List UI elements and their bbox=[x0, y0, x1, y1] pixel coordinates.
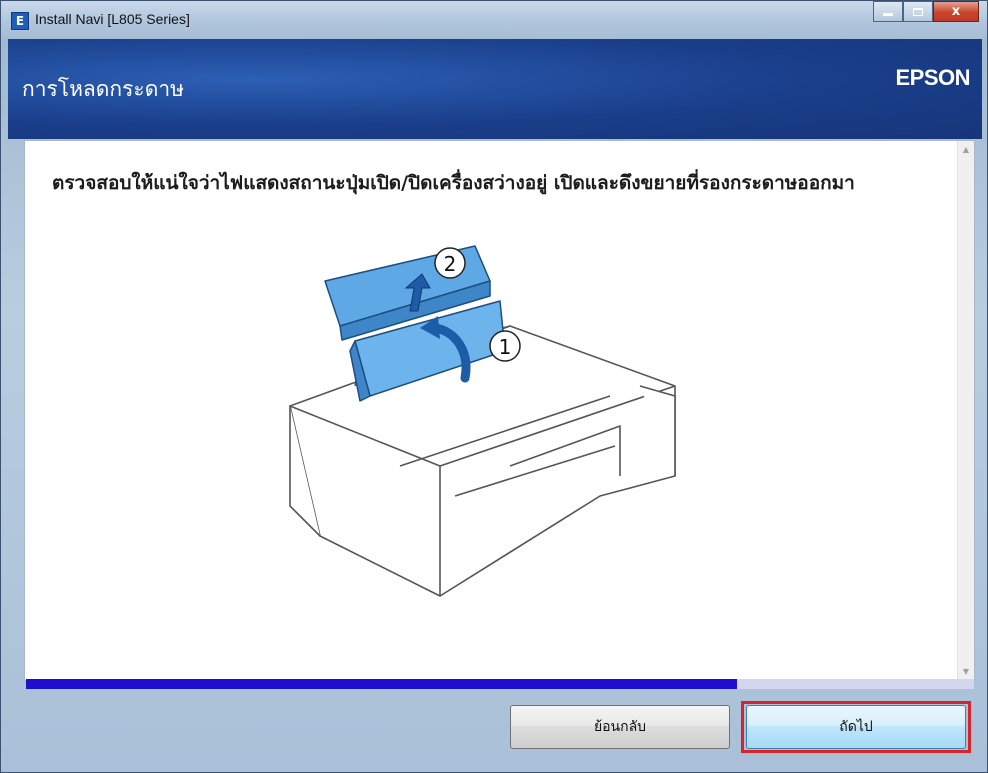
scroll-up-icon[interactable]: ▲ bbox=[958, 141, 974, 158]
page-title: การโหลดกระดาษ bbox=[22, 77, 184, 101]
title-bar[interactable]: E Install Navi [L805 Series] x bbox=[1, 1, 987, 39]
install-navi-window: E Install Navi [L805 Series] x การโหลดกร… bbox=[0, 0, 988, 773]
close-button[interactable]: x bbox=[933, 1, 979, 22]
scroll-down-icon[interactable]: ▼ bbox=[958, 663, 974, 680]
maximize-button[interactable] bbox=[903, 1, 933, 22]
progress-bar bbox=[26, 679, 974, 689]
window-controls: x bbox=[873, 1, 979, 23]
step-1-marker: 1 bbox=[489, 330, 521, 362]
printer-body bbox=[289, 325, 676, 597]
instruction-text: ตรวจสอบให้แน่ใจว่าไฟแสดงสถานะปุ่มเปิด/ปิ… bbox=[52, 172, 855, 194]
epson-logo: EPSON bbox=[895, 65, 970, 90]
close-icon: x bbox=[951, 4, 961, 19]
window-title: Install Navi [L805 Series] bbox=[35, 11, 190, 27]
next-button[interactable]: ถัดไป bbox=[746, 705, 966, 749]
maximize-icon bbox=[913, 7, 923, 16]
step-2-marker: 2 bbox=[434, 247, 466, 279]
step-2-label: 2 bbox=[444, 252, 457, 276]
step-1-label: 1 bbox=[499, 335, 512, 359]
header-banner: การโหลดกระดาษ EPSON bbox=[8, 39, 982, 139]
minimize-button[interactable] bbox=[873, 1, 903, 22]
progress-fill bbox=[26, 679, 737, 689]
minimize-icon bbox=[883, 13, 893, 16]
vertical-scrollbar[interactable]: ▲ ▼ bbox=[957, 141, 974, 680]
back-button[interactable]: ย้อนกลับ bbox=[510, 705, 730, 749]
app-icon: E bbox=[11, 12, 29, 30]
content-panel: ตรวจสอบให้แน่ใจว่าไฟแสดงสถานะปุ่มเปิด/ปิ… bbox=[24, 140, 975, 681]
printer-illustration: 2 1 bbox=[289, 245, 676, 597]
